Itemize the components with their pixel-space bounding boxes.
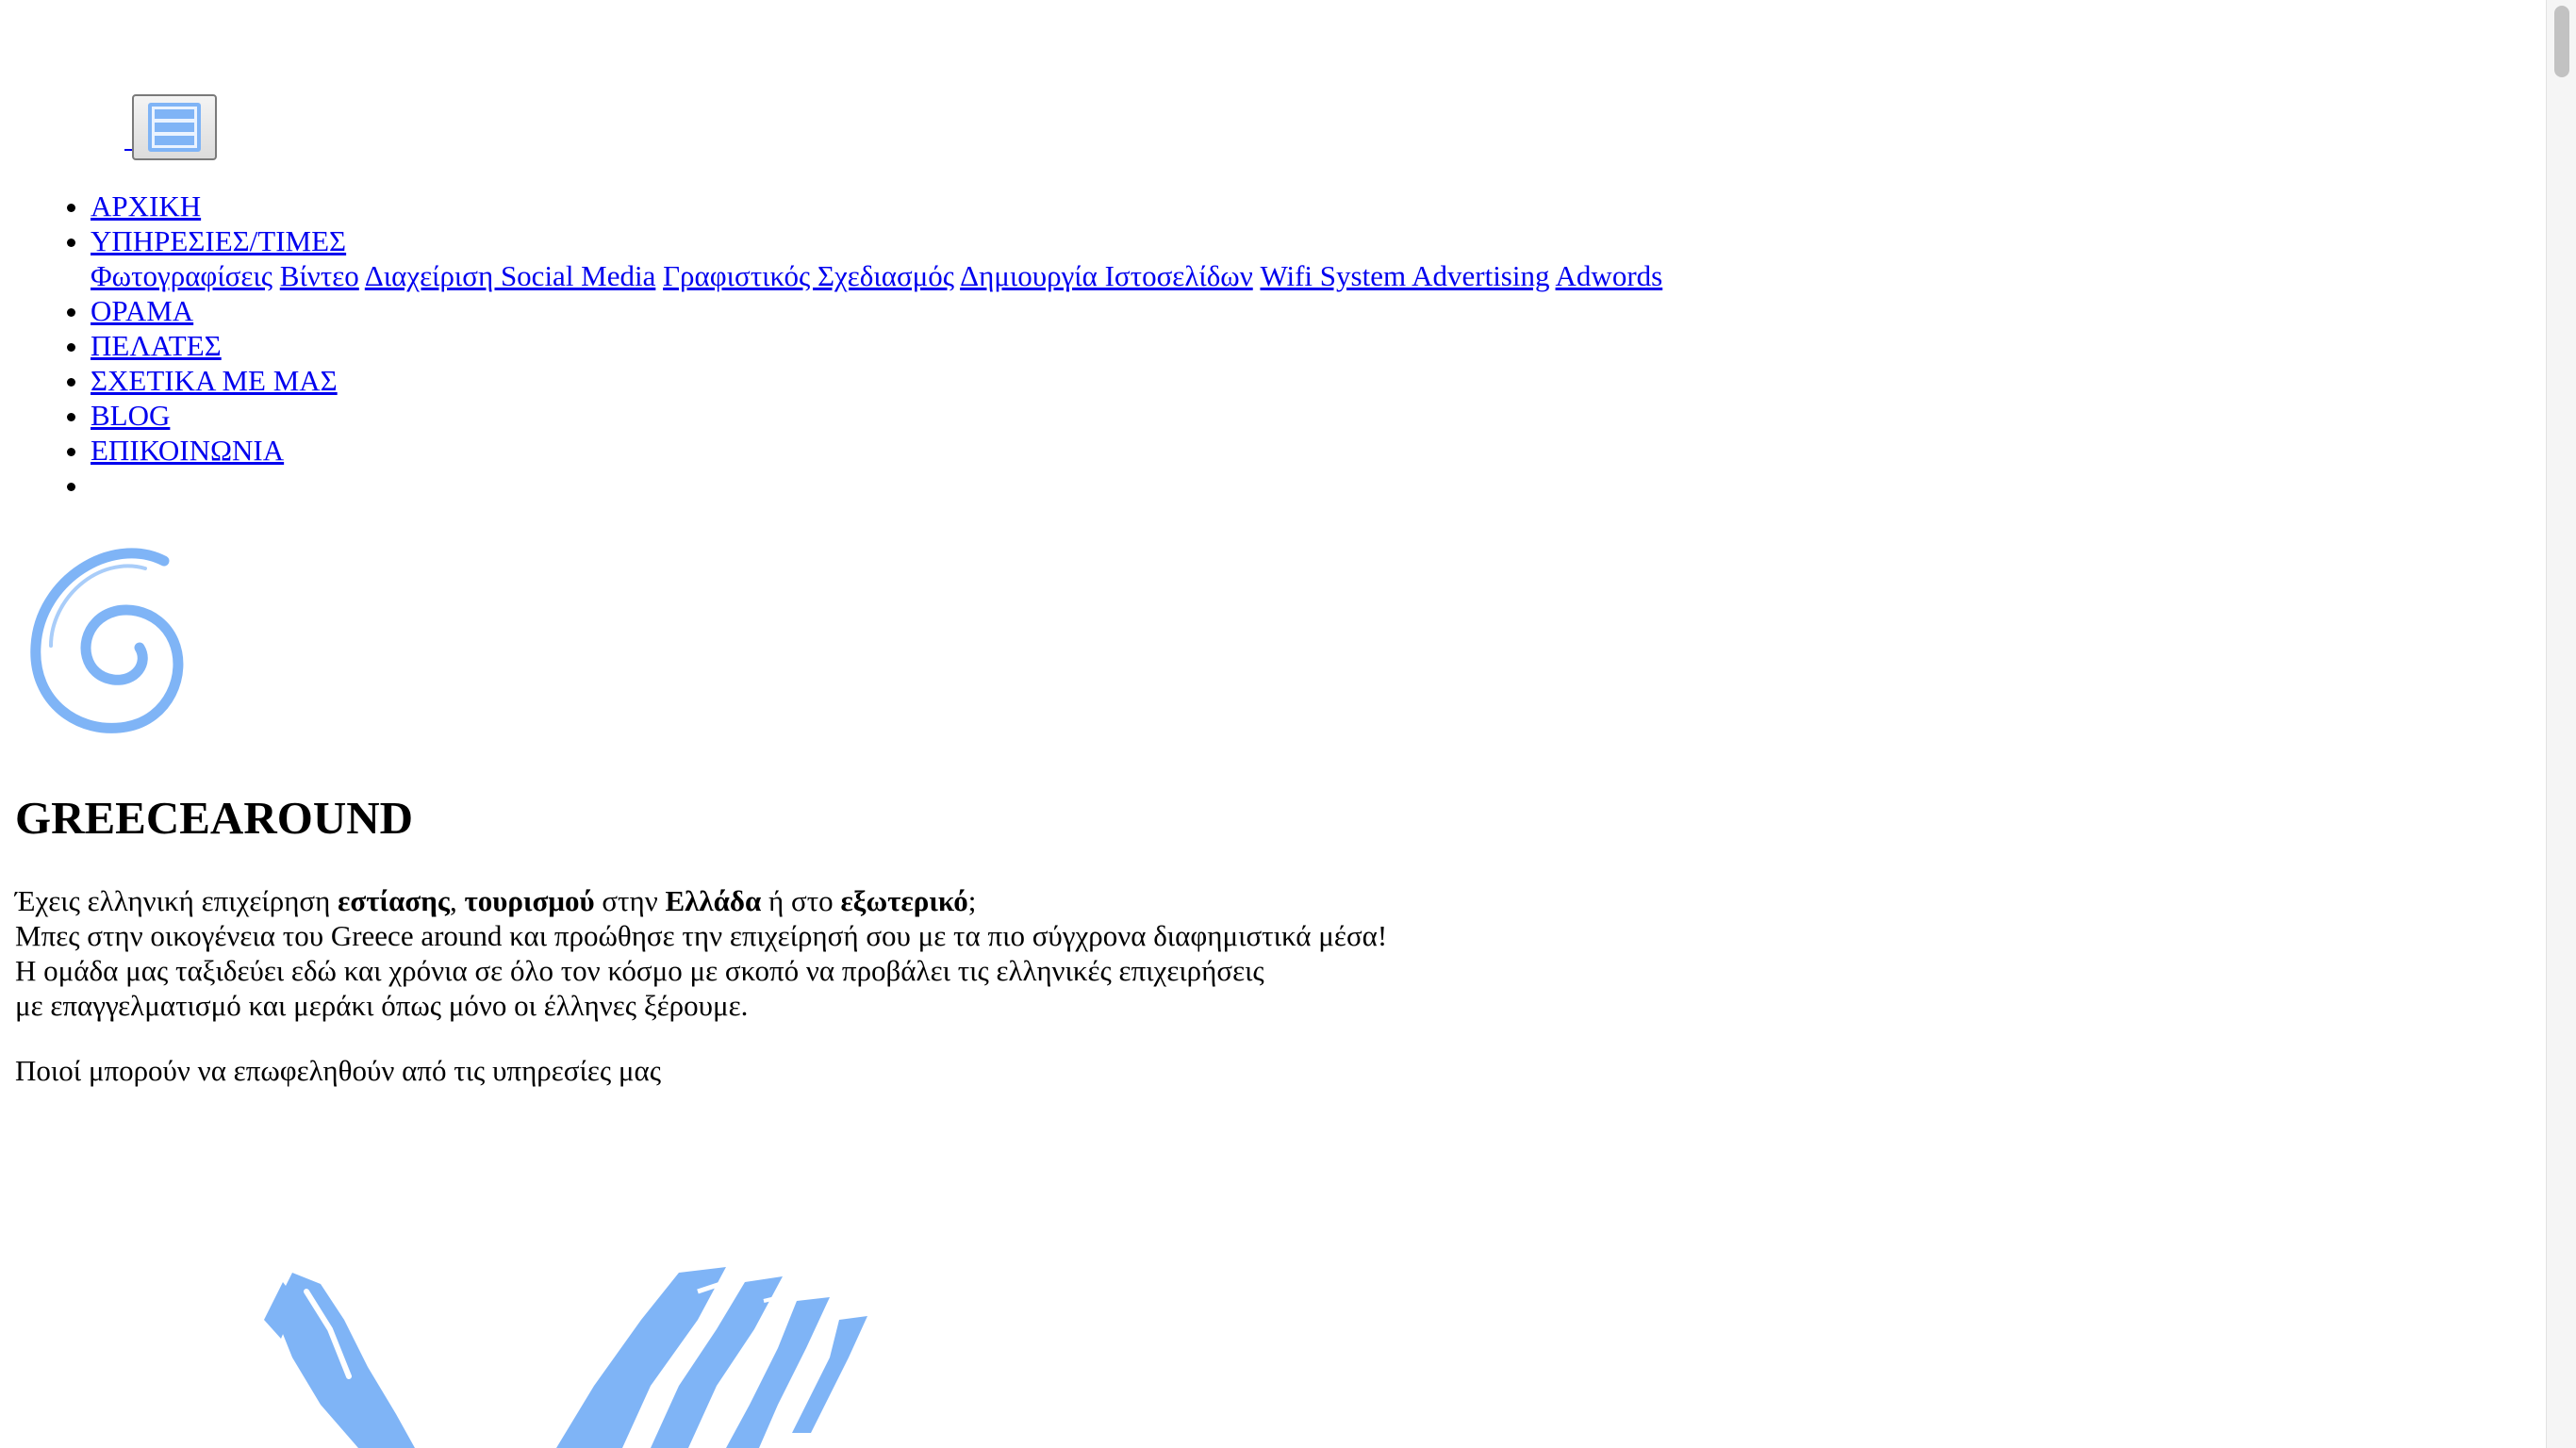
menu-toggle-button[interactable] — [132, 94, 217, 160]
nav-link-about[interactable]: ΣΧΕΤΙΚΑ ΜΕ ΜΑΣ — [91, 364, 338, 397]
submenu-link-graphic-design[interactable]: Γραφιστικός Σχεδιασμός — [663, 259, 954, 292]
menu-toggle-wrap — [124, 90, 217, 160]
nav-link-vision[interactable]: ΟΡΑΜΑ — [91, 294, 193, 327]
nav-item-vision: ΟΡΑΜΑ — [91, 293, 1662, 328]
main-nav: ΑΡΧΙΚΗ ΥΠΗΡΕΣΙΕΣ/ΤΙΜΕΣ Φωτογραφίσεις Βίν… — [0, 189, 1662, 502]
hamburger-icon — [148, 103, 201, 152]
intro-line-1: Έχεις ελληνική επιχείρηση εστίασης, τουρ… — [15, 883, 2278, 918]
intro-text: Έχεις ελληνική επιχείρηση εστίασης, τουρ… — [15, 883, 2278, 1023]
nav-item-home: ΑΡΧΙΚΗ — [91, 189, 1662, 223]
vertical-scrollbar[interactable] — [2546, 0, 2576, 1448]
nav-link-clients[interactable]: ΠΕΛΑΤΕΣ — [91, 329, 222, 362]
intro-bold-abroad: εξωτερικό — [840, 884, 968, 917]
submenu-link-web-design[interactable]: Δημιουργία Ιστοσελίδων — [960, 259, 1253, 292]
intro-line-2: Μπες στην οικογένεια του Greece around κ… — [15, 919, 1388, 952]
who-benefits-text: Ποιοί μπορούν να επωφεληθούν από τις υπη… — [15, 1054, 661, 1087]
nav-link-services[interactable]: ΥΠΗΡΕΣΙΕΣ/ΤΙΜΕΣ — [91, 224, 346, 257]
scrollbar-thumb[interactable] — [2554, 6, 2569, 77]
intro-text-part: ή στο — [761, 884, 841, 917]
intro-bold-tourism: τουρισμού — [464, 884, 595, 917]
intro-bold-dining: εστίασης — [338, 884, 450, 917]
site-title: GREECEAROUND — [15, 792, 413, 844]
intro-text-part: στην — [594, 884, 666, 917]
nav-item-about: ΣΧΕΤΙΚΑ ΜΕ ΜΑΣ — [91, 363, 1662, 398]
intro-text-part: Έχεις ελληνική επιχείρηση — [15, 884, 339, 917]
submenu-link-adwords[interactable]: Adwords — [1556, 259, 1663, 292]
intro-text-part: , — [449, 884, 465, 917]
brush-stroke-graphic — [264, 1267, 867, 1448]
toggle-link-underline — [124, 149, 132, 151]
nav-link-contact[interactable]: ΕΠΙΚΟΙΝΩΝΙΑ — [91, 434, 284, 467]
intro-text-part: ; — [967, 884, 977, 917]
nav-item-clients: ΠΕΛΑΤΕΣ — [91, 328, 1662, 363]
nav-item-blog: BLOG — [91, 398, 1662, 433]
submenu-link-wifi-advertising[interactable]: Wifi System Advertising — [1260, 259, 1549, 292]
intro-line-4: με επαγγελματισμό και μεράκι όπως μόνο ο… — [15, 989, 749, 1022]
page-viewport: ΑΡΧΙΚΗ ΥΠΗΡΕΣΙΕΣ/ΤΙΜΕΣ Φωτογραφίσεις Βίν… — [0, 0, 2546, 1448]
services-submenu: Φωτογραφίσεις Βίντεο Διαχείριση Social M… — [91, 258, 1662, 293]
submenu-link-social-media[interactable]: Διαχείριση Social Media — [365, 259, 656, 292]
nav-link-blog[interactable]: BLOG — [91, 399, 170, 432]
spiral-logo-icon — [30, 548, 184, 733]
intro-bold-greece: Ελλάδα — [665, 884, 762, 917]
nav-item-services: ΥΠΗΡΕΣΙΕΣ/ΤΙΜΕΣ Φωτογραφίσεις Βίντεο Δια… — [91, 223, 1662, 293]
intro-line-3: Η ομάδα μας ταξιδεύει εδώ και χρόνια σε … — [15, 954, 1264, 987]
nav-item-empty — [91, 468, 1662, 502]
nav-link-home[interactable]: ΑΡΧΙΚΗ — [91, 189, 201, 222]
submenu-link-video[interactable]: Βίντεο — [280, 259, 359, 292]
submenu-link-photography[interactable]: Φωτογραφίσεις — [91, 259, 272, 292]
nav-item-contact: ΕΠΙΚΟΙΝΩΝΙΑ — [91, 433, 1662, 468]
